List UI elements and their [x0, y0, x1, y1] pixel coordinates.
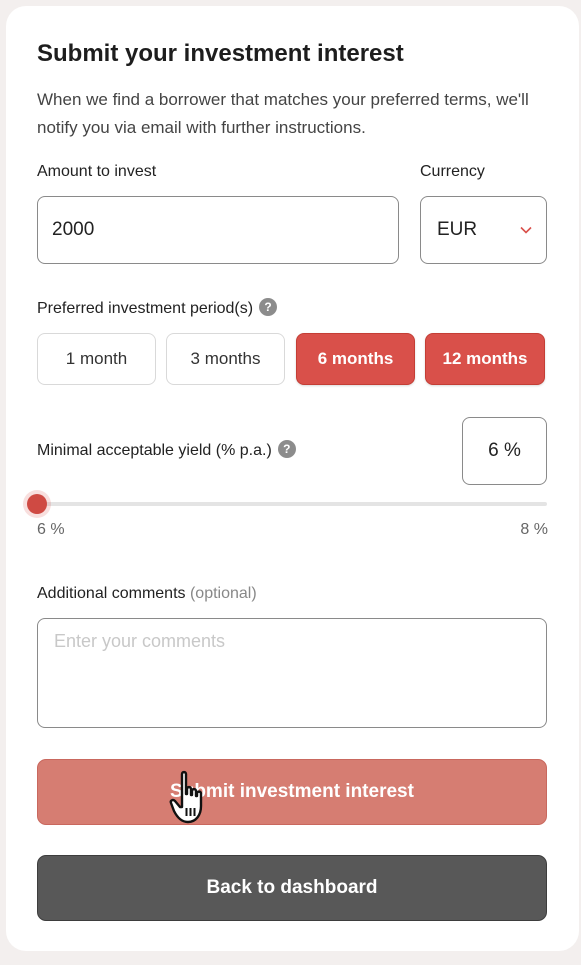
yield-label: Minimal acceptable yield (% p.a.) — [37, 442, 272, 460]
period-option-1-month[interactable]: 1 month — [37, 333, 156, 385]
amount-label: Amount to invest — [37, 163, 157, 180]
comments-optional-label: (optional) — [189, 585, 257, 602]
chevron-down-icon — [520, 226, 532, 234]
form-description: When we find a borrower that matches you… — [37, 90, 529, 137]
period-label-row: Preferred investment period(s)? — [37, 298, 278, 318]
yield-slider-thumb[interactable] — [27, 494, 47, 514]
yield-min-label: 6 % — [37, 521, 65, 538]
yield-slider-track[interactable] — [37, 502, 547, 506]
period-option-6-months[interactable]: 6 months — [296, 333, 415, 385]
comments-label: Additional comments — [37, 585, 186, 602]
currency-label: Currency — [420, 163, 485, 180]
hand-cursor-icon — [169, 770, 203, 824]
help-icon[interactable]: ? — [277, 440, 296, 458]
currency-value: EUR — [437, 219, 478, 240]
yield-value-input[interactable]: 6 % — [462, 417, 547, 485]
yield-label-row: Minimal acceptable yield (% p.a.)? — [37, 440, 296, 460]
period-label: Preferred investment period(s) — [37, 300, 254, 318]
submit-button[interactable]: Submit investment interest — [37, 759, 547, 825]
amount-input[interactable] — [37, 196, 399, 264]
help-icon[interactable]: ? — [259, 298, 278, 316]
page-title: Submit your investment interest — [37, 40, 404, 67]
period-option-12-months[interactable]: 12 months — [425, 333, 545, 385]
back-to-dashboard-button[interactable]: Back to dashboard — [37, 855, 547, 921]
comments-label-row: Additional comments (optional) — [37, 585, 257, 603]
yield-max-label: 8 % — [520, 521, 548, 538]
currency-select[interactable]: EUR — [420, 196, 547, 264]
investment-interest-card: Submit your investment interest When we … — [6, 6, 579, 951]
comments-textarea[interactable] — [37, 618, 547, 728]
period-option-3-months[interactable]: 3 months — [166, 333, 285, 385]
